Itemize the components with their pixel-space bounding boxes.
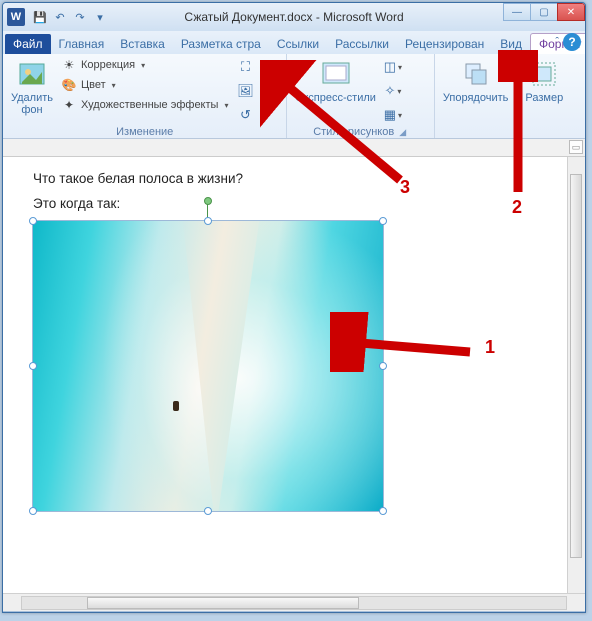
picture-styles-label: Экспресс-стили — [295, 92, 375, 104]
resize-handle-tm[interactable] — [204, 217, 212, 225]
size-icon — [528, 58, 560, 90]
undo-icon[interactable]: ↶ — [51, 8, 69, 26]
selected-image[interactable] — [33, 221, 383, 511]
group-styles: Экспресс-стили ◫▾ ✧▾ ▦▾ Стили рисунков ◢ — [287, 54, 434, 138]
statusbar: Страница: 1 из 1 Число слов: 9 ✔ ▤ ▦ ▥ ≡… — [3, 611, 585, 613]
arrange-label: Упорядочить — [443, 92, 508, 104]
picture-effects-button[interactable]: ✧▾ — [382, 80, 404, 102]
artistic-effects-button[interactable]: ✦ Художественные эффекты▾ — [59, 96, 230, 114]
tab-review[interactable]: Рецензирован — [397, 34, 492, 54]
artistic-icon: ✦ — [61, 97, 77, 113]
compress-pictures-button[interactable]: ⛶ — [234, 56, 256, 78]
size-button[interactable]: Размер — [523, 56, 565, 106]
resize-handle-bl[interactable] — [29, 507, 37, 515]
tab-pagelayout[interactable]: Разметка стра — [173, 34, 269, 54]
doc-paragraph-1[interactable]: Что такое белая полоса в жизни? — [33, 171, 555, 186]
picture-styles-icon — [320, 58, 352, 90]
ribbon: Удалить фон ☀ Коррекция▾ 🎨 Цвет▾ ✦ Худож… — [3, 54, 585, 139]
remove-background-button[interactable]: Удалить фон — [9, 56, 55, 118]
maximize-button[interactable]: ▢ — [530, 3, 558, 21]
remove-background-label: Удалить фон — [11, 92, 53, 116]
resize-handle-tl[interactable] — [29, 217, 37, 225]
color-label: Цвет — [81, 79, 106, 91]
tab-insert[interactable]: Вставка — [112, 34, 173, 54]
minimize-button[interactable]: ― — [503, 3, 531, 21]
arrange-button[interactable]: Упорядочить — [441, 56, 510, 106]
picture-layout-button[interactable]: ▦▾ — [382, 104, 404, 126]
app-window: W 💾 ↶ ↷ ▾ Сжатый Документ.docx - Microso… — [2, 2, 586, 613]
quick-access-toolbar: 💾 ↶ ↷ ▾ — [31, 8, 109, 26]
group-size: Размер — [517, 54, 571, 138]
dialog-launcher-icon[interactable]: ◢ — [397, 127, 408, 137]
arrange-icon — [460, 58, 492, 90]
horizontal-scrollbar[interactable] — [3, 593, 585, 611]
corrections-icon: ☀ — [61, 57, 77, 73]
tab-home[interactable]: Главная — [51, 34, 113, 54]
scrollbar-thumb[interactable] — [570, 174, 582, 558]
ruler-toggle-icon[interactable]: ▭ — [569, 140, 583, 154]
compress-icon: ⛶ — [241, 59, 250, 75]
minimize-ribbon-icon[interactable]: ˆ — [555, 36, 559, 48]
doc-paragraph-2[interactable]: Это когда так: — [33, 196, 555, 211]
tab-file[interactable]: Файл — [5, 34, 51, 54]
save-icon[interactable]: 💾 — [31, 8, 49, 26]
reset-icon: ↺ — [240, 107, 251, 123]
window-title: Сжатый Документ.docx - Microsoft Word — [184, 10, 403, 24]
hscroll-track[interactable] — [21, 596, 567, 610]
vertical-scrollbar[interactable] — [567, 157, 585, 593]
rotate-handle[interactable] — [204, 197, 212, 205]
word-app-icon: W — [7, 8, 25, 26]
picture-styles-button[interactable]: Экспресс-стили — [293, 56, 377, 106]
tab-mailings[interactable]: Рассылки — [327, 34, 397, 54]
ribbon-tabs: Файл Главная Вставка Разметка стра Ссылк… — [3, 31, 585, 54]
help-icon[interactable]: ? — [563, 33, 581, 51]
resize-handle-ml[interactable] — [29, 362, 37, 370]
titlebar: W 💾 ↶ ↷ ▾ Сжатый Документ.docx - Microso… — [3, 3, 585, 31]
resize-handle-mr[interactable] — [379, 362, 387, 370]
close-button[interactable]: ✕ — [557, 3, 585, 21]
tab-references[interactable]: Ссылки — [269, 34, 327, 54]
corrections-button[interactable]: ☀ Коррекция▾ — [59, 56, 230, 74]
change-picture-icon: 🖼 — [237, 83, 254, 99]
hscroll-thumb[interactable] — [87, 597, 359, 609]
document-area: Что такое белая полоса в жизни? Это когд… — [3, 157, 585, 593]
document-content[interactable]: Что такое белая полоса в жизни? Это когд… — [3, 157, 585, 525]
tab-view[interactable]: Вид — [492, 34, 530, 54]
person-figure — [173, 401, 179, 411]
beach-image — [33, 221, 383, 511]
artistic-label: Художественные эффекты — [81, 99, 218, 111]
corrections-label: Коррекция — [81, 59, 135, 71]
resize-handle-tr[interactable] — [379, 217, 387, 225]
change-picture-button[interactable]: 🖼 — [234, 80, 256, 102]
resize-handle-br[interactable] — [379, 507, 387, 515]
group-styles-label: Стили рисунков ◢ — [293, 126, 427, 140]
color-icon: 🎨 — [61, 77, 77, 93]
qat-dropdown-icon[interactable]: ▾ — [91, 8, 109, 26]
color-button[interactable]: 🎨 Цвет▾ — [59, 76, 230, 94]
window-controls: ― ▢ ✕ — [504, 3, 585, 21]
horizontal-ruler[interactable]: ▭ — [3, 139, 585, 157]
redo-icon[interactable]: ↷ — [71, 8, 89, 26]
reset-picture-button[interactable]: ↺ — [234, 104, 256, 126]
group-arrange: Упорядочить — [435, 54, 517, 138]
group-adjust: Удалить фон ☀ Коррекция▾ 🎨 Цвет▾ ✦ Худож… — [3, 54, 287, 138]
group-adjust-label: Изменение — [9, 126, 280, 140]
size-label: Размер — [525, 92, 563, 104]
resize-handle-bm[interactable] — [204, 507, 212, 515]
picture-border-button[interactable]: ◫▾ — [382, 56, 404, 78]
remove-background-icon — [16, 58, 48, 90]
rotate-connector — [207, 204, 208, 218]
